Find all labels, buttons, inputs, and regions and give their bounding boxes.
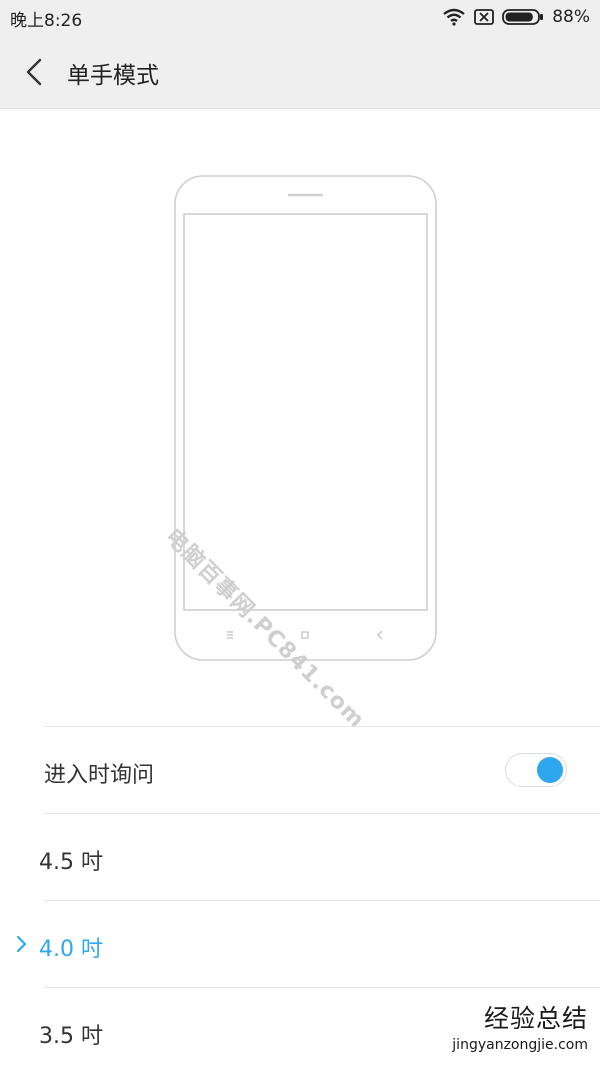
status-bar: 晚上8:26 88% [0,0,600,34]
battery-icon [502,9,544,25]
status-time: 晚上8:26 [10,11,83,31]
size-option-4-5[interactable]: 4.5 吋 [0,814,600,900]
ask-on-enter-row[interactable]: 进入时询问 [0,727,600,813]
header: 单手模式 [0,34,600,109]
size-label: 4.5 吋 [39,850,103,875]
ask-on-enter-label: 进入时询问 [44,763,155,788]
status-icons: 88% [442,4,590,30]
ask-on-enter-toggle[interactable] [505,753,567,787]
chevron-left-icon [26,58,42,86]
wifi-icon [443,8,465,26]
size-label: 3.5 吋 [39,1024,103,1049]
brand-watermark: 经验总结 jingyanzongjie.com [452,999,588,1053]
page-title: 单手模式 [67,63,159,89]
size-option-4-0[interactable]: 4.0 吋 [0,901,600,987]
selected-chevron-icon [16,935,27,953]
brand-url: jingyanzongjie.com [452,1037,588,1053]
toggle-knob [537,757,563,783]
back-button[interactable] [16,52,56,92]
phone-screen [183,213,428,611]
no-sim-icon [474,9,495,25]
size-label: 4.0 吋 [39,937,103,962]
brand-name: 经验总结 [483,1004,588,1033]
battery-percent: 88% [552,7,590,27]
